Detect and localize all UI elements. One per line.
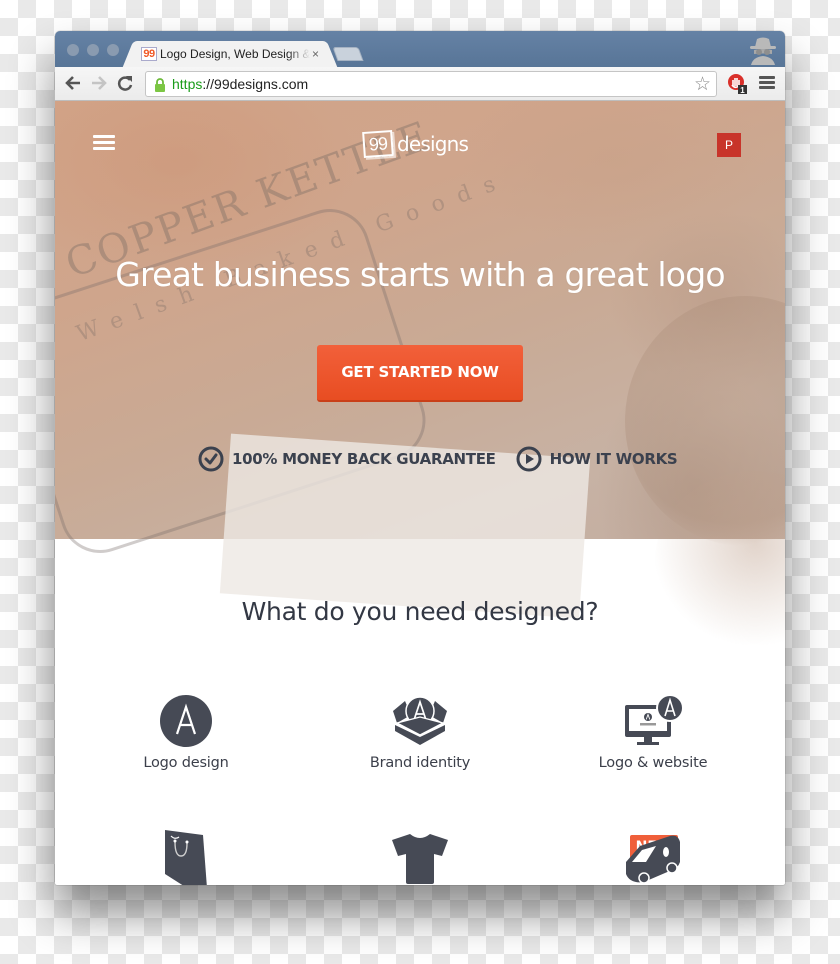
user-avatar[interactable]: P <box>717 133 741 157</box>
reload-icon <box>117 76 133 91</box>
page-content: COPPER KETTLE Welsh Baked Goods 99 desig… <box>55 101 785 885</box>
money-back-guarantee-link[interactable]: 100% MONEY BACK GUARANTEE <box>198 446 496 472</box>
url-text: https://99designs.com <box>172 76 309 92</box>
new-tab-button[interactable] <box>332 47 364 61</box>
category-vehicle-wrap[interactable] <box>553 832 753 884</box>
tab-active[interactable]: 99 Logo Design, Web Design & More × <box>135 41 325 67</box>
reload-button[interactable] <box>115 74 135 94</box>
logo-a-circle-icon <box>160 695 212 747</box>
logo-mark: 99 <box>362 129 394 159</box>
lock-icon <box>155 78 165 92</box>
category-label: Logo & website <box>598 755 708 771</box>
hero-section: COPPER KETTLE Welsh Baked Goods 99 desig… <box>55 101 785 651</box>
forward-button[interactable] <box>89 74 109 94</box>
tab-close-icon[interactable]: × <box>312 47 319 61</box>
address-bar[interactable]: https://99designs.com ☆ <box>145 71 717 97</box>
browser-toolbar: https://99designs.com ☆ 1 <box>55 67 785 101</box>
monitor-logo-icon <box>625 695 684 745</box>
logo-text: designs <box>397 132 469 156</box>
van-icon <box>626 835 680 884</box>
bookmark-star-icon[interactable]: ☆ <box>694 73 711 95</box>
category-merchandise[interactable] <box>86 828 286 885</box>
how-it-works-link[interactable]: HOW IT WORKS <box>516 446 678 472</box>
chrome-menu-button[interactable] <box>759 76 775 90</box>
zoom-window-button[interactable] <box>107 44 119 56</box>
shopping-bag-icon <box>165 830 207 885</box>
t-shirt-icon <box>392 834 448 884</box>
category-label: Logo design <box>143 755 229 771</box>
tab-title: Logo Design, Web Design & More <box>160 47 310 61</box>
category-logo-website[interactable]: Logo & website <box>553 695 753 771</box>
section-title: What do you need designed? <box>241 597 599 626</box>
back-button[interactable] <box>63 74 83 94</box>
brand-box-icon <box>393 696 447 745</box>
check-circle-icon <box>198 446 224 472</box>
category-logo-design[interactable]: Logo design <box>86 695 286 771</box>
site-menu-button[interactable] <box>93 135 115 151</box>
minimize-window-button[interactable] <box>87 44 99 56</box>
how-it-works-label: HOW IT WORKS <box>549 450 678 468</box>
get-started-button[interactable]: GET STARTED NOW <box>317 345 523 402</box>
title-bar: 99 Logo Design, Web Design & More × <box>55 31 785 67</box>
arrow-left-icon <box>65 76 80 90</box>
hero-headline: Great business starts with a great logo <box>115 255 725 294</box>
play-circle-icon <box>516 446 542 472</box>
hero-links: 100% MONEY BACK GUARANTEE HOW IT WORKS <box>198 445 678 473</box>
browser-window: 99 Logo Design, Web Design & More × <box>55 31 785 885</box>
site-logo[interactable]: 99 designs <box>362 129 469 159</box>
favicon-icon: 99 <box>141 47 157 61</box>
category-t-shirt[interactable] <box>320 828 520 884</box>
category-brand-identity[interactable]: Brand identity <box>320 695 520 771</box>
incognito-icon <box>750 37 776 65</box>
adblock-extension-icon[interactable]: 1 <box>727 73 749 95</box>
arrow-right-icon <box>92 76 107 90</box>
money-back-guarantee-label: 100% MONEY BACK GUARANTEE <box>232 450 496 468</box>
category-label: Brand identity <box>369 755 471 771</box>
close-window-button[interactable] <box>67 44 79 56</box>
svg-text:1: 1 <box>740 86 745 95</box>
